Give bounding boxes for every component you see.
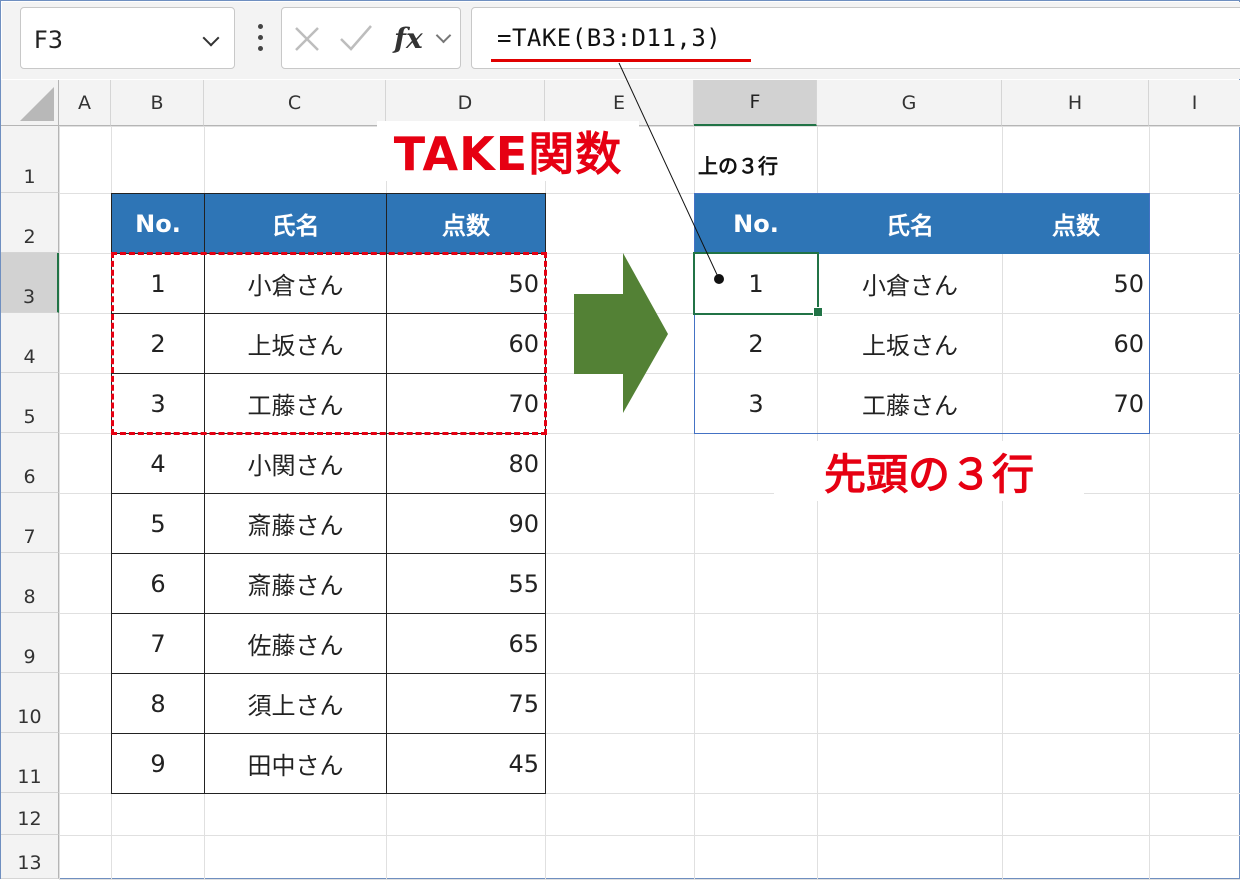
formula-text: =TAKE(B3:D11,3) (497, 24, 722, 52)
result-header-cell: 点数 (1002, 193, 1150, 254)
row-header-1[interactable]: 1 (1, 126, 59, 193)
result-label[interactable]: 上の３行 (698, 136, 902, 192)
chevron-down-icon[interactable] (435, 27, 452, 44)
source-table-cell[interactable]: 小倉さん (204, 253, 387, 314)
annotation-caption: 先頭の３行 (774, 441, 1084, 501)
source-table-cell[interactable]: 60 (386, 313, 546, 374)
source-table-cell[interactable]: 80 (386, 433, 546, 494)
select-all-triangle-icon (20, 87, 54, 121)
name-box[interactable]: F3 (20, 7, 235, 69)
annotation-title: TAKE関数 (377, 121, 639, 181)
source-header-cell: 点数 (386, 193, 546, 254)
row-header-7[interactable]: 7 (1, 493, 59, 553)
row-header-9[interactable]: 9 (1, 613, 59, 673)
source-table-cell[interactable]: 佐藤さん (204, 613, 387, 674)
source-table-cell[interactable]: 65 (386, 613, 546, 674)
source-table-cell[interactable]: 工藤さん (204, 373, 387, 434)
insert-function-icon[interactable]: fx (394, 22, 423, 55)
fill-handle[interactable] (813, 307, 823, 317)
select-all-corner[interactable] (1, 80, 59, 126)
gridline-horizontal (59, 126, 1240, 127)
source-table-cell[interactable]: 2 (111, 313, 205, 374)
source-table-cell[interactable]: 5 (111, 493, 205, 554)
result-table-cell[interactable]: 小倉さん (817, 253, 1003, 314)
source-table-cell[interactable]: 50 (386, 253, 546, 314)
source-table-cell[interactable]: 45 (386, 733, 546, 794)
gridline-vertical (59, 126, 60, 880)
more-options-icon[interactable] (250, 22, 270, 56)
source-header-cell: 氏名 (204, 193, 387, 254)
source-table-cell[interactable]: 4 (111, 433, 205, 494)
chevron-down-icon[interactable] (202, 29, 220, 47)
cancel-icon[interactable] (292, 24, 322, 54)
row-header-12[interactable]: 12 (1, 793, 59, 835)
source-table-cell[interactable]: 90 (386, 493, 546, 554)
result-table-cell[interactable]: 工藤さん (817, 373, 1003, 434)
column-header-c[interactable]: C (204, 80, 386, 126)
source-table-cell[interactable]: 9 (111, 733, 205, 794)
row-header-13[interactable]: 13 (1, 835, 59, 879)
result-table-cell[interactable]: 70 (1002, 373, 1150, 434)
formula-buttons: fx (281, 7, 461, 69)
active-cell-selection[interactable] (693, 252, 819, 315)
formula-bar: F3 fx =TAKE(B3:D11,3) (2, 2, 1240, 79)
source-table-cell[interactable]: 75 (386, 673, 546, 734)
result-table-cell[interactable]: 50 (1002, 253, 1150, 314)
source-table-cell[interactable]: 斎藤さん (204, 493, 387, 554)
row-header-11[interactable]: 11 (1, 733, 59, 793)
result-table-cell[interactable]: 2 (694, 313, 818, 374)
row-header-10[interactable]: 10 (1, 673, 59, 733)
name-box-value: F3 (34, 26, 64, 54)
result-table-cell[interactable]: 60 (1002, 313, 1150, 374)
column-header-h[interactable]: H (1002, 80, 1149, 126)
row-header-2[interactable]: 2 (1, 193, 59, 253)
row-header-5[interactable]: 5 (1, 373, 59, 433)
column-header-f[interactable]: F (694, 80, 817, 126)
column-header-b[interactable]: B (111, 80, 204, 126)
source-table-cell[interactable]: 8 (111, 673, 205, 734)
row-header-6[interactable]: 6 (1, 433, 59, 493)
column-header-g[interactable]: G (817, 80, 1002, 126)
column-header-a[interactable]: A (59, 80, 111, 126)
source-header-cell: No. (111, 193, 205, 254)
row-header-4[interactable]: 4 (1, 313, 59, 373)
source-table-cell[interactable]: 上坂さん (204, 313, 387, 374)
source-table-cell[interactable]: 3 (111, 373, 205, 434)
source-table-cell[interactable]: 55 (386, 553, 546, 614)
enter-check-icon[interactable] (338, 22, 374, 54)
source-table-cell[interactable]: 6 (111, 553, 205, 614)
source-table-cell[interactable]: 70 (386, 373, 546, 434)
source-table-cell[interactable]: 須上さん (204, 673, 387, 734)
result-table-cell[interactable]: 上坂さん (817, 313, 1003, 374)
result-table-cell[interactable]: 3 (694, 373, 818, 434)
source-table-cell[interactable]: 1 (111, 253, 205, 314)
column-header-i[interactable]: I (1149, 80, 1240, 126)
result-header-cell: No. (694, 193, 818, 254)
source-table-cell[interactable]: 小関さん (204, 433, 387, 494)
formula-highlight-underline (491, 59, 751, 62)
result-header-cell: 氏名 (817, 193, 1003, 254)
row-header-8[interactable]: 8 (1, 553, 59, 613)
source-table-cell[interactable]: 7 (111, 613, 205, 674)
row-header-3[interactable]: 3 (1, 253, 59, 313)
source-table-cell[interactable]: 田中さん (204, 733, 387, 794)
gridline-horizontal (59, 835, 1240, 836)
spreadsheet-window: F3 fx =TAKE(B3:D11,3) ABCDEFGHI123456789… (0, 0, 1240, 880)
source-table-cell[interactable]: 斎藤さん (204, 553, 387, 614)
arrow-right-icon (574, 253, 668, 413)
